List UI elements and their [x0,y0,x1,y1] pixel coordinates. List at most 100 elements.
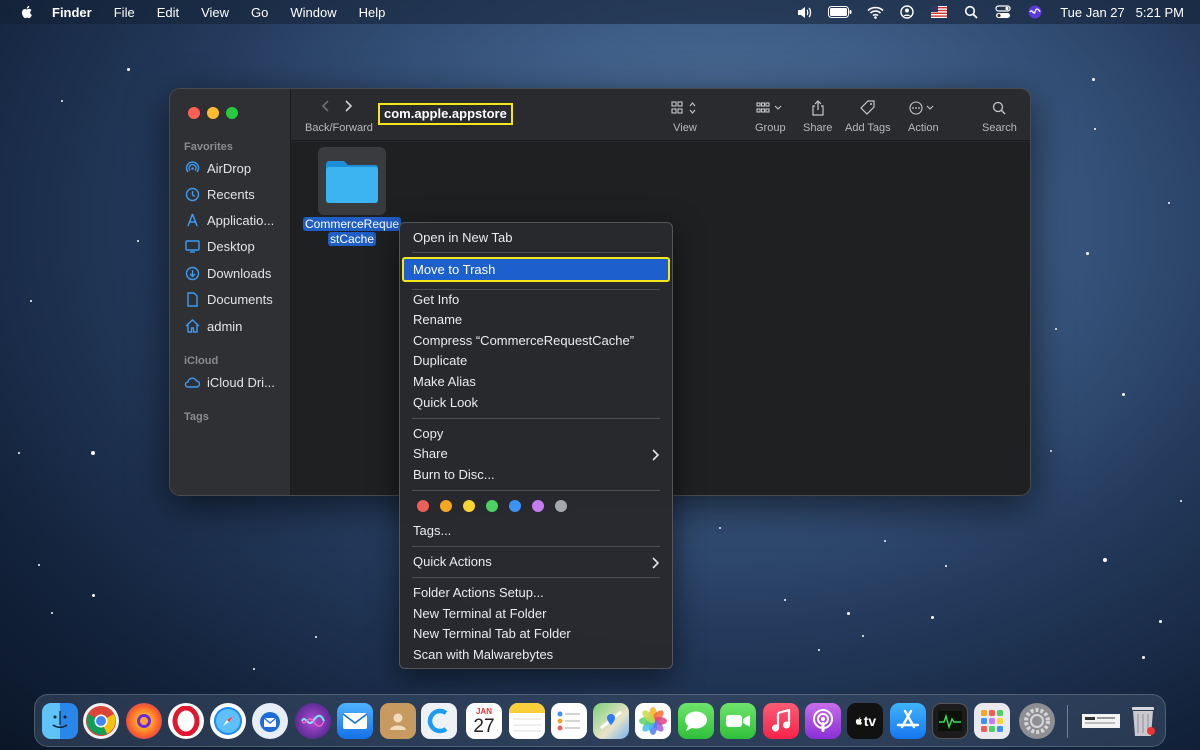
menu-item-copy[interactable]: Copy [413,424,443,444]
menu-view[interactable]: View [201,5,229,20]
airdrop-icon [184,160,200,176]
safari-icon[interactable] [210,703,246,739]
share-button[interactable]: Share [803,99,832,134]
tag-gray[interactable] [555,500,567,512]
window-controls [188,107,238,119]
menu-item-compress[interactable]: Compress “CommerceRequestCache” [413,331,634,351]
tag-yellow[interactable] [463,500,475,512]
trash-icon[interactable] [1125,703,1161,739]
notes-icon[interactable] [509,703,545,739]
sidebar-item-icloud-drive[interactable]: iCloud Dri... [184,372,275,392]
tag-orange[interactable] [440,500,452,512]
finder-icon[interactable] [42,703,78,739]
menu-item-duplicate[interactable]: Duplicate [413,351,467,371]
folder-item[interactable] [318,147,386,215]
action-button[interactable]: Action [908,99,939,134]
menu-help[interactable]: Help [359,5,386,20]
apple-logo-icon[interactable] [19,4,35,20]
folder-name-line-2: stCache [327,232,377,246]
downloads-stack-icon[interactable] [1079,703,1123,739]
user-account-icon[interactable] [898,5,916,19]
tag-purple[interactable] [532,500,544,512]
menu-item-new-terminal-tab-at-folder[interactable]: New Terminal Tab at Folder [413,624,571,644]
menu-item-scan-with-malwarebytes[interactable]: Scan with Malwarebytes [413,645,553,665]
ellipsis-icon [909,99,937,117]
menu-separator [412,252,660,253]
sidebar-item-admin[interactable]: admin [184,316,242,336]
menu-item-rename[interactable]: Rename [413,310,462,330]
menu-bar: Finder File Edit View Go Window Help Tue… [0,0,1200,24]
siri-icon[interactable] [1026,5,1044,19]
battery-icon[interactable] [828,5,852,19]
volume-icon[interactable] [796,5,814,19]
maps-icon[interactable] [593,703,629,739]
share-button-label: Share [803,122,833,134]
menu-go[interactable]: Go [251,5,268,20]
menu-item-burn-to-disc[interactable]: Burn to Disc... [413,465,495,485]
activity-monitor-icon[interactable] [932,703,968,739]
siri-app-icon[interactable] [295,703,331,739]
close-window-button[interactable] [188,107,200,119]
apple-tv-icon[interactable]: tv [847,703,883,739]
wifi-icon[interactable] [866,5,884,19]
opera-icon[interactable] [168,703,204,739]
app-store-icon[interactable] [890,703,926,739]
mail-icon[interactable] [337,703,373,739]
zoom-window-button[interactable] [226,107,238,119]
minimize-window-button[interactable] [207,107,219,119]
menu-item-move-to-trash[interactable]: Move to Trash [413,260,495,280]
menu-item-tags[interactable]: Tags... [413,521,451,541]
menu-item-open-in-new-tab[interactable]: Open in New Tab [413,228,513,248]
sidebar-item-downloads[interactable]: Downloads [184,263,271,283]
menu-item-folder-actions-setup[interactable]: Folder Actions Setup... [413,583,544,603]
spotlight-search-icon[interactable] [962,5,980,19]
control-center-icon[interactable] [994,5,1012,19]
menubar-clock[interactable]: Tue Jan 27 5:21 PM [1060,5,1184,20]
sidebar-item-airdrop[interactable]: AirDrop [184,158,251,178]
menu-item-share[interactable]: Share [413,444,448,464]
ccleaner-icon[interactable] [421,703,457,739]
back-forward-controls [321,99,353,113]
firefox-icon[interactable] [126,703,162,739]
sidebar-item-recents[interactable]: Recents [184,184,255,204]
tag-blue[interactable] [509,500,521,512]
menu-finder[interactable]: Finder [52,5,92,20]
calendar-icon[interactable]: JAN 27 [466,703,502,739]
menu-separator [412,418,660,419]
music-icon[interactable] [763,703,799,739]
sidebar-item-desktop[interactable]: Desktop [184,236,255,256]
menu-item-quick-look[interactable]: Quick Look [413,393,478,413]
search-button[interactable]: Search [982,99,1017,134]
system-preferences-icon[interactable] [1019,703,1055,739]
document-icon [184,291,200,307]
messages-icon[interactable] [678,703,714,739]
menu-edit[interactable]: Edit [157,5,179,20]
group-button[interactable]: Group [755,99,786,134]
chrome-icon[interactable] [83,703,119,739]
sidebar-item-documents[interactable]: Documents [184,289,273,309]
tag-red[interactable] [417,500,429,512]
window-title: com.apple.appstore [378,103,513,125]
back-chevron-icon[interactable] [321,99,331,113]
menu-separator [412,546,660,547]
podcasts-icon[interactable] [805,703,841,739]
facetime-icon[interactable] [720,703,756,739]
sidebar-item-applications[interactable]: Applicatio... [184,210,274,230]
view-button[interactable]: View [671,99,699,134]
contacts-icon[interactable] [380,703,416,739]
menu-item-make-alias[interactable]: Make Alias [413,372,476,392]
photos-icon[interactable] [635,703,671,739]
us-flag-icon[interactable] [930,5,948,19]
menu-file[interactable]: File [114,5,135,20]
menu-item-get-info[interactable]: Get Info [413,290,459,310]
forward-chevron-icon[interactable] [343,99,353,113]
tag-green[interactable] [486,500,498,512]
menu-item-new-terminal-at-folder[interactable]: New Terminal at Folder [413,604,546,624]
folder-name-label[interactable]: CommerceReque stCache [303,217,402,247]
launchpad-icon[interactable] [974,703,1010,739]
reminders-icon[interactable] [551,703,587,739]
menu-item-quick-actions[interactable]: Quick Actions [413,552,492,572]
add-tags-button[interactable]: Add Tags [845,99,891,134]
thunderbird-icon[interactable] [252,703,288,739]
menu-window[interactable]: Window [290,5,336,20]
